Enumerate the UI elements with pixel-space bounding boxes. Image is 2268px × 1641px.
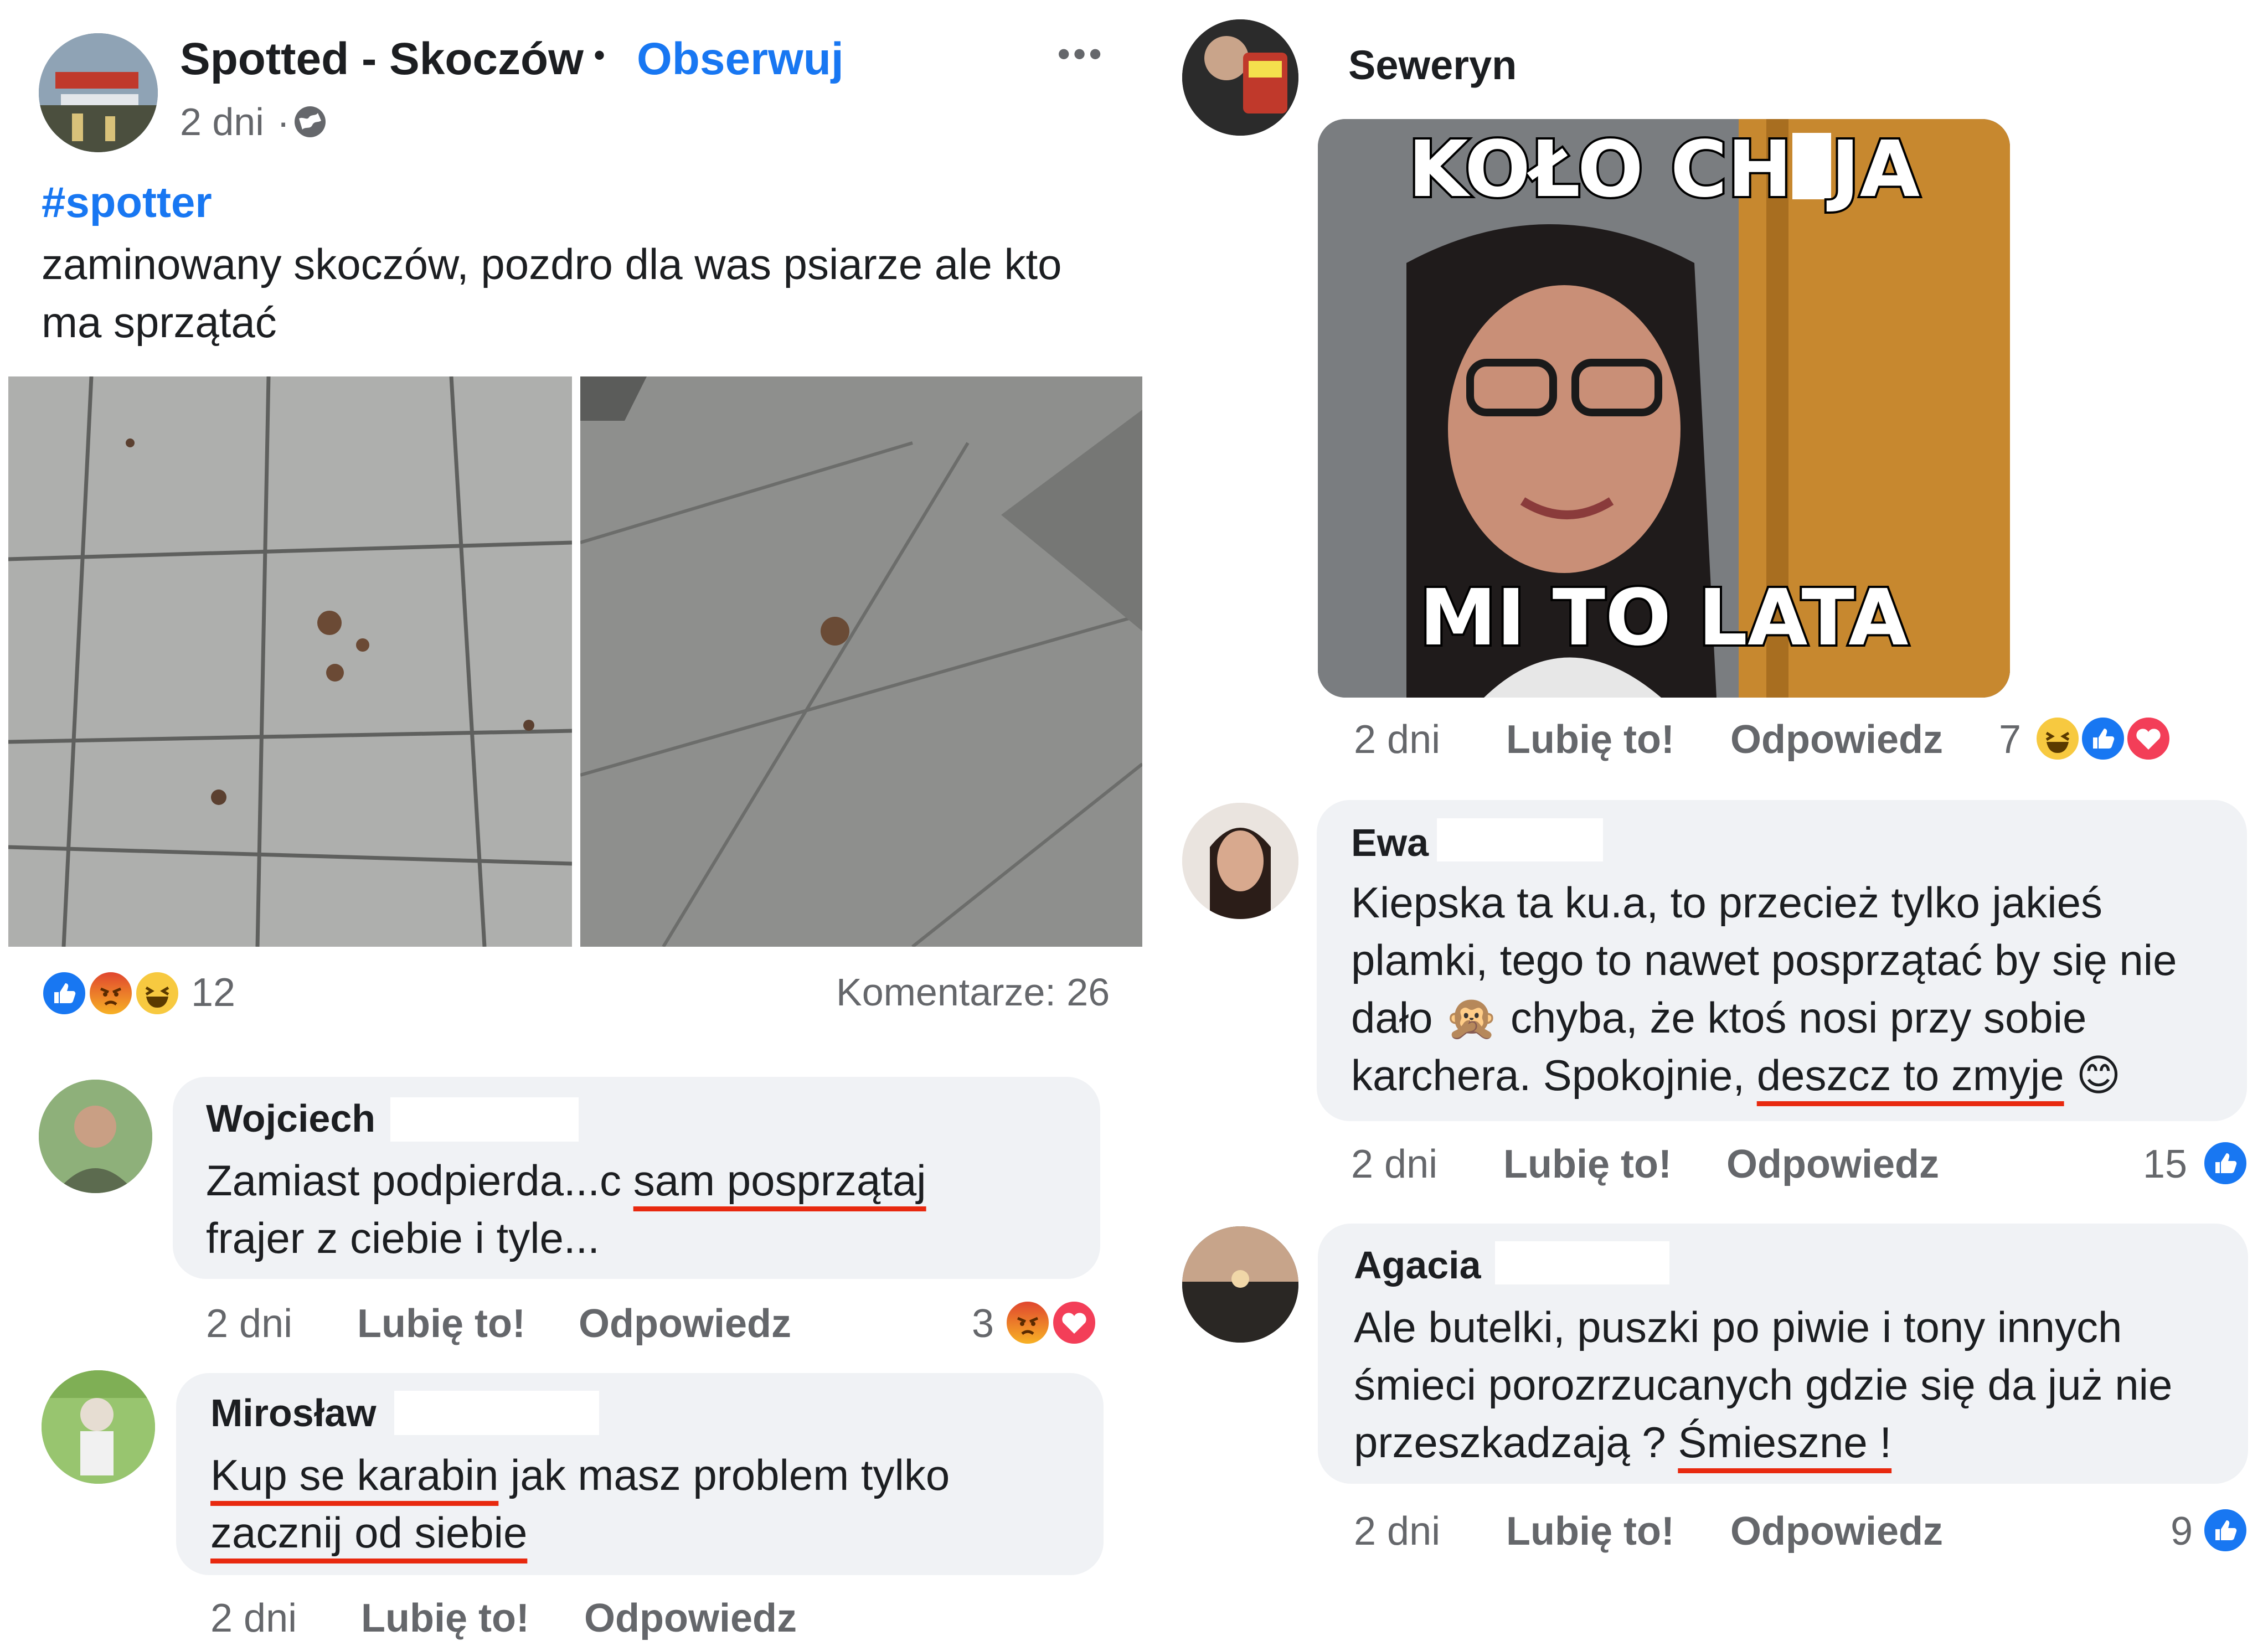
comment-author[interactable]: Wojciech xyxy=(206,1096,375,1141)
meme-bottom-text: MI TO LATA xyxy=(1417,571,1910,665)
follow-button[interactable]: Obserwuj xyxy=(637,33,844,85)
like-icon xyxy=(2201,1506,2250,1555)
angry-icon xyxy=(86,969,135,1018)
redaction-block xyxy=(394,1391,599,1435)
avatar[interactable] xyxy=(42,1370,155,1484)
comment-author[interactable]: Seweryn xyxy=(1348,42,1517,89)
like-button[interactable]: Lubię to! xyxy=(1503,1142,1672,1187)
like-icon xyxy=(2079,714,2127,763)
reply-button[interactable]: Odpowiedz xyxy=(1730,717,1943,762)
redaction-block xyxy=(1495,1241,1669,1284)
redaction-block xyxy=(390,1097,579,1142)
avatar[interactable] xyxy=(1182,803,1298,919)
comment-reaction-count[interactable]: 9 xyxy=(2171,1509,2193,1554)
comment-author[interactable]: Agacia xyxy=(1354,1243,1481,1287)
comment-time[interactable]: 2 dni xyxy=(1354,1509,1440,1554)
reply-button[interactable]: Odpowiedz xyxy=(579,1301,791,1346)
comment-time[interactable]: 2 dni xyxy=(1354,717,1440,762)
post-time-separator: · xyxy=(277,100,290,143)
haha-icon xyxy=(133,969,182,1018)
like-button[interactable]: Lubię to! xyxy=(1506,1509,1674,1554)
meme-censor-block xyxy=(1792,133,1831,199)
spotted-logo-icon xyxy=(39,33,158,152)
pavement-photo xyxy=(8,376,573,947)
post-comments-count[interactable]: Komentarze: 26 xyxy=(836,970,1110,1014)
avatar[interactable] xyxy=(1182,19,1298,136)
post-hashtag[interactable]: #spotter xyxy=(42,177,212,228)
comment-text: Ale butelki, puszki po piwie i tony inny… xyxy=(1354,1303,2173,1467)
reply-button[interactable]: Odpowiedz xyxy=(1726,1142,1939,1187)
post-reactions-count[interactable]: 12 xyxy=(191,970,235,1015)
comment-author[interactable]: Mirosław xyxy=(210,1391,377,1435)
reply-button[interactable]: Odpowiedz xyxy=(1730,1509,1943,1554)
angry-icon xyxy=(1003,1298,1052,1347)
comment-author[interactable]: Ewa xyxy=(1351,820,1429,865)
avatar[interactable] xyxy=(1182,1226,1298,1343)
reply-button[interactable]: Odpowiedz xyxy=(584,1596,797,1641)
love-icon xyxy=(2124,714,2173,763)
comment-time[interactable]: 2 dni xyxy=(1351,1142,1437,1187)
comment-text: Kiepska ta ku.a, to przecież tylko jakie… xyxy=(1351,878,2177,1100)
comment-text: Kup se karabin jak masz problem tylko za… xyxy=(210,1451,950,1557)
redaction-block xyxy=(1437,818,1603,861)
haha-icon xyxy=(2033,714,2082,763)
globe-icon xyxy=(292,104,328,140)
like-icon xyxy=(2201,1139,2250,1188)
avatar[interactable] xyxy=(39,1080,152,1193)
comment-reaction-count[interactable]: 7 xyxy=(1999,717,2021,762)
comment-text: Zamiast podpierda...c sam posprzątaj fra… xyxy=(206,1156,926,1262)
love-icon xyxy=(1050,1298,1099,1347)
comment-reaction-count[interactable]: 3 xyxy=(972,1301,994,1346)
like-button[interactable]: Lubię to! xyxy=(361,1596,529,1641)
comment-time[interactable]: 2 dni xyxy=(206,1301,292,1346)
comment-time[interactable]: 2 dni xyxy=(210,1596,297,1641)
like-icon xyxy=(40,969,89,1018)
post-body: zaminowany skoczów, pozdro dla was psiar… xyxy=(42,240,1062,347)
post-time[interactable]: 2 dni xyxy=(180,100,264,144)
more-options-icon[interactable]: ••• xyxy=(1058,33,1105,74)
pavement-photo-2 xyxy=(580,376,1143,948)
like-button[interactable]: Lubię to! xyxy=(1506,717,1674,762)
like-button[interactable]: Lubię to! xyxy=(357,1301,525,1346)
header-separator: • xyxy=(594,37,606,74)
page-avatar[interactable] xyxy=(39,33,158,152)
post-photo-right[interactable] xyxy=(580,376,1143,948)
post-photo-left[interactable] xyxy=(8,376,573,947)
comment-reaction-count[interactable]: 15 xyxy=(2143,1142,2187,1187)
meme-top-text: KOŁO CH JA xyxy=(1406,122,1922,217)
page-name[interactable]: Spotted - Skoczów xyxy=(180,33,584,85)
